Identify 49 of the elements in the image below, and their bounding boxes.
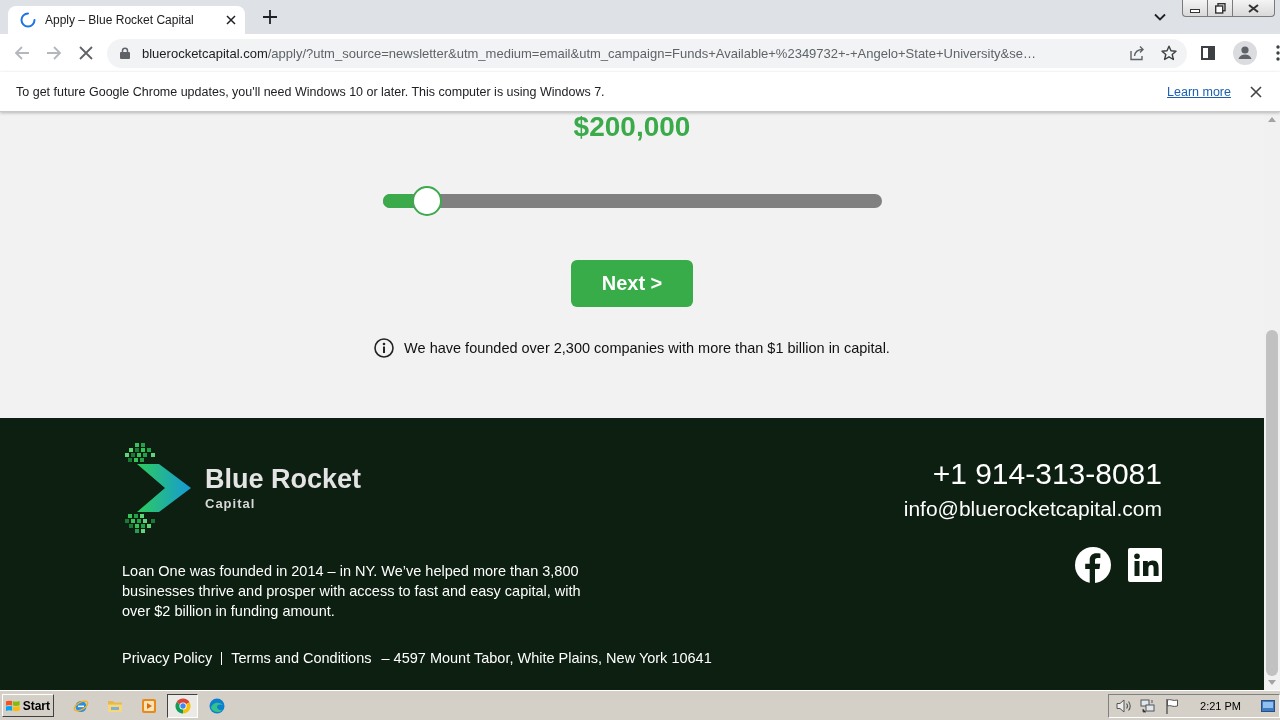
internet-explorer-icon: [72, 697, 89, 714]
plus-icon[interactable]: [263, 10, 277, 24]
restore-button[interactable]: [1207, 0, 1232, 17]
address-text: – 4597 Mount Tabor, White Plains, New York 10641: [381, 650, 712, 666]
info-message: To get future Google Chrome updates, you'll need Windows 10 or later. This computer is using Windows 7.: [16, 84, 605, 99]
loan-amount: $200,000: [573, 112, 691, 142]
share-icon[interactable]: [1129, 45, 1145, 61]
minimize-icon: [1190, 8, 1200, 13]
info-text: We have founded over 2,300 companies with more than $1 billion in capital.: [404, 340, 890, 356]
star-icon[interactable]: [1161, 45, 1177, 61]
brand-name: Blue Rocket: [205, 463, 362, 495]
clock: 2:21 PM: [1200, 699, 1241, 712]
chevron-down-icon[interactable]: [1154, 13, 1166, 21]
taskbar-button[interactable]: [167, 693, 198, 718]
about-text: Loan One was founded in 2014 – in NY. We’ve helped more than 3,800 businesses thrive and prosper with access to fast and easy capital, with over $2 billion in funding amount.: [122, 562, 582, 621]
minimize-button[interactable]: [1182, 0, 1207, 17]
browser-tab[interactable]: Apply – Blue Rocket Capital: [8, 6, 245, 34]
flag-icon[interactable]: [1164, 697, 1181, 714]
facebook-icon[interactable]: [1075, 547, 1111, 583]
info-icon: [374, 338, 395, 358]
slider-thumb[interactable]: [412, 186, 443, 216]
sidebar-icon[interactable]: [1201, 46, 1215, 60]
close-icon: [1248, 3, 1259, 13]
footer-link[interactable]: Privacy Policy: [122, 650, 213, 666]
chrome-icon: [174, 697, 191, 714]
footer-link[interactable]: Terms and Conditions: [231, 650, 372, 666]
learn-more-link[interactable]: Learn more: [1167, 84, 1231, 99]
email-address: info@bluerocketcapital.com: [903, 496, 1162, 522]
scrollbar-thumb[interactable]: [1266, 330, 1278, 676]
menu-icon[interactable]: [1276, 45, 1280, 61]
windows-logo-icon: [6, 699, 20, 712]
brand-tagline: Capital: [205, 495, 256, 513]
stop-icon[interactable]: [79, 46, 93, 60]
phone-number: +1 914-313-8081: [932, 457, 1162, 491]
close-icon[interactable]: [226, 15, 236, 25]
restore-icon: [1214, 2, 1226, 14]
close-icon[interactable]: [1250, 85, 1262, 98]
media-player-icon: [140, 697, 157, 714]
close-button[interactable]: [1232, 0, 1275, 17]
show-desktop-icon[interactable]: [1261, 699, 1275, 712]
profile-icon[interactable]: [1233, 41, 1257, 65]
chevron-logo-icon: [123, 443, 193, 533]
speaker-icon[interactable]: [1116, 697, 1133, 714]
address-bar[interactable]: bluerocketcapital.com/apply/?utm_source=newsletter&utm_medium=email&utm_campaign=Funds+Available+%2349732+-+Angelo+State+University&se…: [107, 38, 1187, 68]
start-button[interactable]: Start: [2, 694, 54, 717]
swirl-icon: [208, 697, 225, 714]
linkedin-icon[interactable]: [1128, 548, 1162, 582]
network-icon[interactable]: [1140, 697, 1157, 714]
lock-icon: [120, 47, 130, 59]
